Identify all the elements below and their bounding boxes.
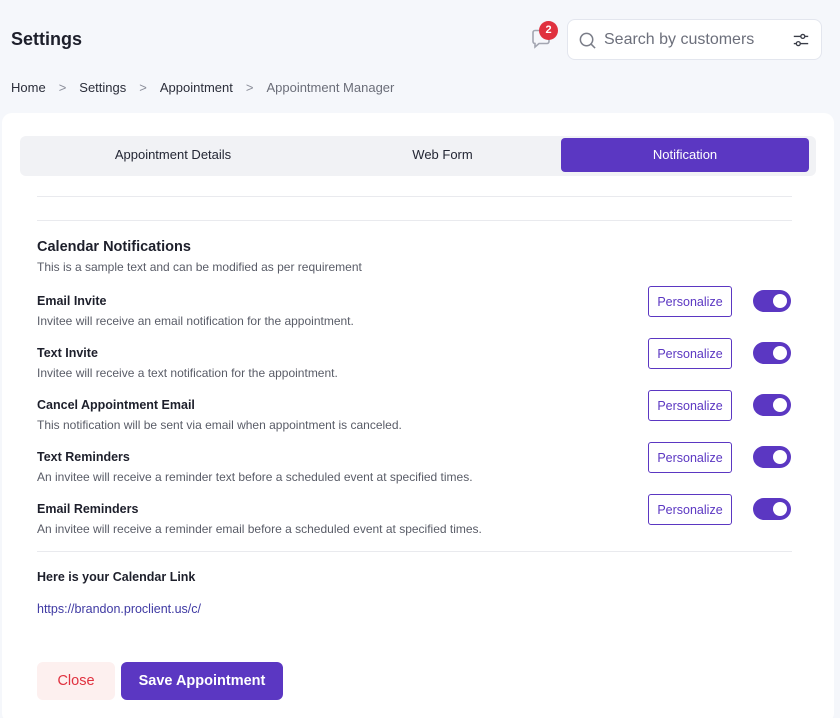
page-title: Settings [11,29,83,49]
toggle-knob [773,450,787,464]
notification-row-email-invite: Email Invite Invitee will receive an ema… [37,286,793,338]
personalize-button[interactable]: Personalize [648,390,732,421]
breadcrumb-appointment-manager: Appointment Manager [266,80,395,95]
top-bar: Settings 2 Home > Settings > Appointment… [0,0,840,112]
filter-sliders-icon[interactable] [792,31,810,49]
email-reminders-toggle[interactable] [753,498,791,520]
notification-row-text-reminders: Text Reminders An invitee will receive a… [37,442,793,494]
notification-row-cancel-appointment-email: Cancel Appointment Email This notificati… [37,390,793,442]
notification-title: Email Invite [37,294,107,308]
breadcrumb: Home > Settings > Appointment > Appointm… [11,80,394,95]
divider [37,220,792,221]
email-invite-toggle[interactable] [753,290,791,312]
notification-description: An invitee will receive a reminder email… [37,522,482,536]
cancel-appointment-email-toggle[interactable] [753,394,791,416]
divider [37,551,792,552]
calendar-notifications-subtitle: This is a sample text and can be modifie… [37,260,362,274]
notification-description: This notification will be sent via email… [37,418,402,432]
close-button[interactable]: Close [37,662,115,700]
notification-title: Email Reminders [37,502,139,516]
notification-description: An invitee will receive a reminder text … [37,470,473,484]
save-appointment-button[interactable]: Save Appointment [121,662,283,700]
personalize-button[interactable]: Personalize [648,338,732,369]
calendar-link[interactable]: https://brandon.proclient.us/c/ [37,602,201,616]
tab-web-form[interactable]: Web Form [320,138,565,172]
notification-title: Text Invite [37,346,98,360]
divider [37,196,792,197]
toggle-knob [773,502,787,516]
notification-description: Invitee will receive an email notificati… [37,314,354,328]
tab-bar: Appointment Details Web Form Notificatio… [20,136,816,176]
notification-badge: 2 [539,21,558,40]
settings-card: Appointment Details Web Form Notificatio… [2,113,834,718]
personalize-button[interactable]: Personalize [648,494,732,525]
notification-title: Text Reminders [37,450,130,464]
breadcrumb-separator: > [58,80,67,95]
breadcrumb-separator: > [139,80,147,95]
breadcrumb-appointment[interactable]: Appointment [160,80,233,95]
tab-notification[interactable]: Notification [561,138,809,172]
notification-row-email-reminders: Email Reminders An invitee will receive … [37,494,793,546]
notification-row-text-invite: Text Invite Invitee will receive a text … [37,338,793,390]
toggle-knob [773,398,787,412]
calendar-notifications-title: Calendar Notifications [37,239,191,255]
toggle-knob [773,294,787,308]
text-invite-toggle[interactable] [753,342,791,364]
tab-appointment-details[interactable]: Appointment Details [24,138,322,172]
personalize-button[interactable]: Personalize [648,442,732,473]
calendar-link-title: Here is your Calendar Link [37,570,196,584]
breadcrumb-home[interactable]: Home [11,80,46,95]
breadcrumb-settings[interactable]: Settings [79,80,126,95]
breadcrumb-separator: > [245,80,254,95]
search-input[interactable] [604,29,774,51]
notification-title: Cancel Appointment Email [37,398,195,412]
toggle-knob [773,346,787,360]
notification-description: Invitee will receive a text notification… [37,366,338,380]
text-reminders-toggle[interactable] [753,446,791,468]
search-icon [579,32,596,49]
search-box [567,19,822,60]
personalize-button[interactable]: Personalize [648,286,732,317]
